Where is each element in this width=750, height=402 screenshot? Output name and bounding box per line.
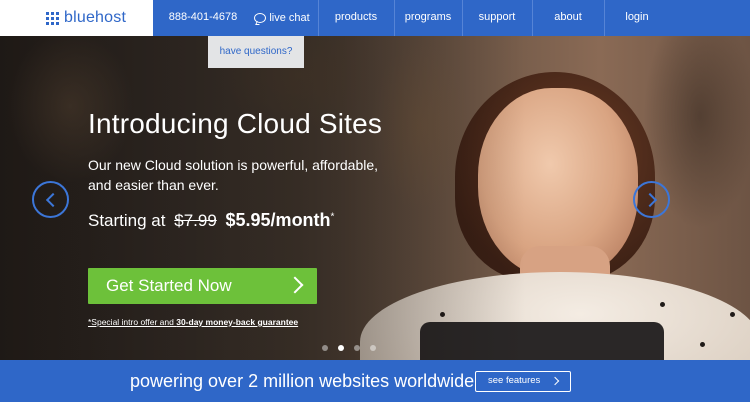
logo-text: bluehost bbox=[64, 9, 127, 26]
nav-programs[interactable]: programs bbox=[394, 0, 462, 36]
price-asterisk: * bbox=[330, 211, 335, 223]
carousel-dot[interactable] bbox=[370, 345, 376, 351]
chevron-right-icon bbox=[286, 276, 304, 294]
chevron-left-icon bbox=[45, 192, 61, 208]
hero-subtitle: Our new Cloud solution is powerful, affo… bbox=[88, 157, 379, 193]
top-nav: bluehost 888-401-4678 live chat products… bbox=[0, 0, 750, 36]
carousel-prev-button[interactable] bbox=[32, 181, 69, 218]
see-features-button[interactable]: see features bbox=[475, 371, 571, 392]
get-started-button[interactable]: Get Started Now bbox=[88, 268, 317, 304]
nav-about[interactable]: about bbox=[532, 0, 604, 36]
get-started-label: Get Started Now bbox=[106, 276, 232, 295]
chevron-right-icon bbox=[550, 376, 560, 386]
hero-title: Introducing Cloud Sites bbox=[88, 108, 383, 139]
stats-bar: powering over 2 million websites worldwi… bbox=[0, 360, 750, 402]
old-price: $7.99 bbox=[174, 211, 217, 230]
nav-support[interactable]: support bbox=[462, 0, 532, 36]
carousel-dot[interactable] bbox=[354, 345, 360, 351]
have-questions-tooltip[interactable]: have questions? bbox=[208, 36, 304, 68]
new-price: $5.95/month bbox=[225, 210, 331, 230]
stats-text: powering over 2 million websites worldwi… bbox=[130, 371, 475, 391]
carousel-dot-active[interactable] bbox=[338, 345, 344, 351]
logo[interactable]: bluehost bbox=[0, 0, 153, 36]
live-chat-link[interactable]: live chat bbox=[247, 0, 317, 36]
chat-bubble-icon bbox=[254, 13, 267, 23]
carousel-dots bbox=[322, 345, 376, 351]
hero-banner: Introducing Cloud Sites Our new Cloud so… bbox=[0, 36, 750, 360]
phone-number[interactable]: 888-401-4678 bbox=[153, 0, 253, 36]
live-chat-label: live chat bbox=[269, 12, 310, 24]
carousel-dot[interactable] bbox=[322, 345, 328, 351]
offer-fineprint-link[interactable]: *Special intro offer and 30-day money-ba… bbox=[88, 317, 298, 327]
nav-login[interactable]: login bbox=[604, 0, 670, 36]
price-prefix: Starting at bbox=[88, 211, 166, 230]
carousel-next-button[interactable] bbox=[633, 181, 670, 218]
logo-grid-icon bbox=[46, 11, 59, 25]
chevron-right-icon bbox=[642, 192, 658, 208]
price-line: Starting at $7.99 $5.95/month* bbox=[88, 210, 334, 231]
see-features-label: see features bbox=[488, 375, 541, 386]
nav-products[interactable]: products bbox=[318, 0, 394, 36]
